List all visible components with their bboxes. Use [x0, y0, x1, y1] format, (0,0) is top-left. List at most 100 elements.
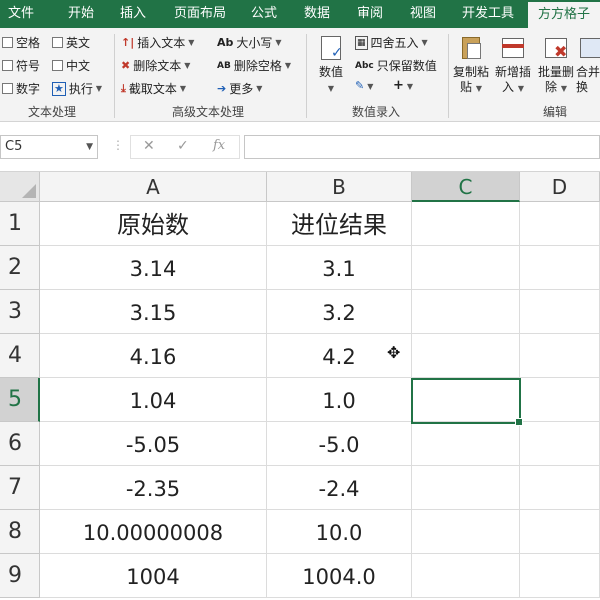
name-box[interactable]: C5 ▼	[0, 135, 98, 159]
row-header-6[interactable]: 6	[0, 422, 40, 466]
row-header-2[interactable]: 2	[0, 246, 40, 290]
cell-b9[interactable]: 1004.0	[267, 554, 412, 598]
more-button[interactable]: ➔ 更多 ▼	[217, 80, 262, 97]
checkbox-number[interactable]: 数字	[2, 80, 40, 97]
checkbox-icon	[2, 37, 13, 48]
tab-formulas[interactable]: 公式	[251, 0, 277, 28]
row-header-4[interactable]: 4	[0, 334, 40, 378]
tab-insert[interactable]: 插入	[120, 0, 146, 28]
chevron-down-icon[interactable]: ▼	[86, 136, 93, 158]
cell-b8[interactable]: 10.0	[267, 510, 412, 554]
cell-b1[interactable]: 进位结果	[267, 202, 412, 246]
checkbox-space[interactable]: 空格	[2, 34, 40, 51]
cell-c8[interactable]	[412, 510, 520, 554]
tab-fangfanggezi[interactable]: 方方格子	[528, 0, 600, 28]
column-header-c[interactable]: C	[412, 172, 520, 202]
row-header-5[interactable]: 5	[0, 378, 40, 422]
arrow-right-icon: ➔	[217, 81, 227, 95]
cancel-icon[interactable]: ✕	[143, 138, 155, 154]
cell-b2[interactable]: 3.1	[267, 246, 412, 290]
row-header-7[interactable]: 7	[0, 466, 40, 510]
extract-text-icon: ⤓	[121, 81, 126, 95]
cell-c7[interactable]	[412, 466, 520, 510]
value-button[interactable]: ✓ 数值 ▼	[309, 34, 353, 96]
chevron-down-icon: ▼	[179, 84, 187, 93]
cell-d5[interactable]	[520, 378, 600, 422]
cell-a4[interactable]: 4.16	[40, 334, 267, 378]
edit-tool-button[interactable]: ✎ ▼	[355, 80, 373, 92]
execute-button[interactable]: ★ 执行 ▼	[52, 80, 102, 97]
group-separator	[114, 34, 115, 118]
column-header-d[interactable]: D	[520, 172, 600, 202]
abc-icon: Abc	[355, 60, 374, 71]
cell-a6[interactable]: -5.05	[40, 422, 267, 466]
cell-d8[interactable]	[520, 510, 600, 554]
cell-a8[interactable]: 10.00000008	[40, 510, 267, 554]
batch-delete-button[interactable]: ✖ 批量删 除 ▼	[534, 34, 578, 96]
cell-d9[interactable]	[520, 554, 600, 598]
plus-button[interactable]: + ▼	[393, 79, 413, 92]
fx-icon[interactable]: fx	[213, 138, 225, 153]
checkbox-label: 英文	[66, 36, 91, 50]
cell-a9[interactable]: 1004	[40, 554, 267, 598]
column-header-a[interactable]: A	[40, 172, 267, 202]
cell-c4[interactable]	[412, 334, 520, 378]
checkbox-english[interactable]: 英文	[52, 34, 90, 51]
cell-d6[interactable]	[520, 422, 600, 466]
checkbox-symbol[interactable]: 符号	[2, 57, 40, 74]
tab-file[interactable]: 文件	[8, 0, 34, 28]
insert-text-button[interactable]: ↑| 插入文本 ▼	[121, 34, 194, 51]
merge-button[interactable]: 合并 换	[576, 34, 600, 95]
cell-b3[interactable]: 3.2	[267, 290, 412, 334]
more-options-icon[interactable]: ⋮	[112, 138, 124, 152]
cell-b5[interactable]: 1.0	[267, 378, 412, 422]
cell-a3[interactable]: 3.15	[40, 290, 267, 334]
cell-c2[interactable]	[412, 246, 520, 290]
tab-review[interactable]: 审阅	[357, 0, 383, 28]
round-button[interactable]: ▦ 四舍五入 ▼	[355, 34, 428, 51]
active-cell-selection[interactable]	[411, 378, 523, 426]
cell-b6[interactable]: -5.0	[267, 422, 412, 466]
cell-d7[interactable]	[520, 466, 600, 510]
row-header-9[interactable]: 9	[0, 554, 40, 598]
case-button[interactable]: Ab 大小写 ▼	[217, 34, 282, 51]
cell-d2[interactable]	[520, 246, 600, 290]
cell-c9[interactable]	[412, 554, 520, 598]
delete-text-label: 删除文本	[133, 59, 182, 73]
new-insert-button[interactable]: 新增插 入 ▼	[491, 34, 535, 96]
tab-developer[interactable]: 开发工具	[462, 0, 514, 28]
delete-spaces-button[interactable]: AB 删除空格 ▼	[217, 57, 291, 74]
formula-input[interactable]	[244, 135, 600, 159]
delete-text-button[interactable]: ✖ 删除文本 ▼	[121, 57, 190, 74]
column-header-b[interactable]: B	[267, 172, 412, 202]
cell-b7[interactable]: -2.4	[267, 466, 412, 510]
checkbox-icon	[52, 37, 63, 48]
extract-text-button[interactable]: ⤓ 截取文本 ▼	[121, 80, 186, 97]
cell-a7[interactable]: -2.35	[40, 466, 267, 510]
enter-icon[interactable]: ✓	[177, 138, 189, 154]
cell-d1[interactable]	[520, 202, 600, 246]
batch-delete-icon: ✖	[542, 34, 570, 62]
copy-paste-button[interactable]: 复制粘 贴 ▼	[449, 34, 493, 96]
tab-view[interactable]: 视图	[410, 0, 436, 28]
checkbox-icon	[52, 60, 63, 71]
cell-d4[interactable]	[520, 334, 600, 378]
keep-value-button[interactable]: Abc 只保留数值	[355, 57, 437, 74]
tab-home[interactable]: 开始	[68, 0, 94, 28]
row-header-8[interactable]: 8	[0, 510, 40, 554]
tab-data[interactable]: 数据	[304, 0, 330, 28]
extract-text-label: 截取文本	[128, 82, 177, 96]
cell-c6[interactable]	[412, 422, 520, 466]
checkbox-chinese[interactable]: 中文	[52, 57, 90, 74]
cell-c3[interactable]	[412, 290, 520, 334]
cell-c1[interactable]	[412, 202, 520, 246]
row-header-3[interactable]: 3	[0, 290, 40, 334]
cell-d3[interactable]	[520, 290, 600, 334]
cell-a5[interactable]: 1.04	[40, 378, 267, 422]
cell-a2[interactable]: 3.14	[40, 246, 267, 290]
formula-buttons: ✕ ✓ fx	[130, 135, 240, 159]
select-all-corner[interactable]	[0, 172, 40, 202]
cell-a1[interactable]: 原始数	[40, 202, 267, 246]
tab-page-layout[interactable]: 页面布局	[174, 0, 226, 28]
row-header-1[interactable]: 1	[0, 202, 40, 246]
